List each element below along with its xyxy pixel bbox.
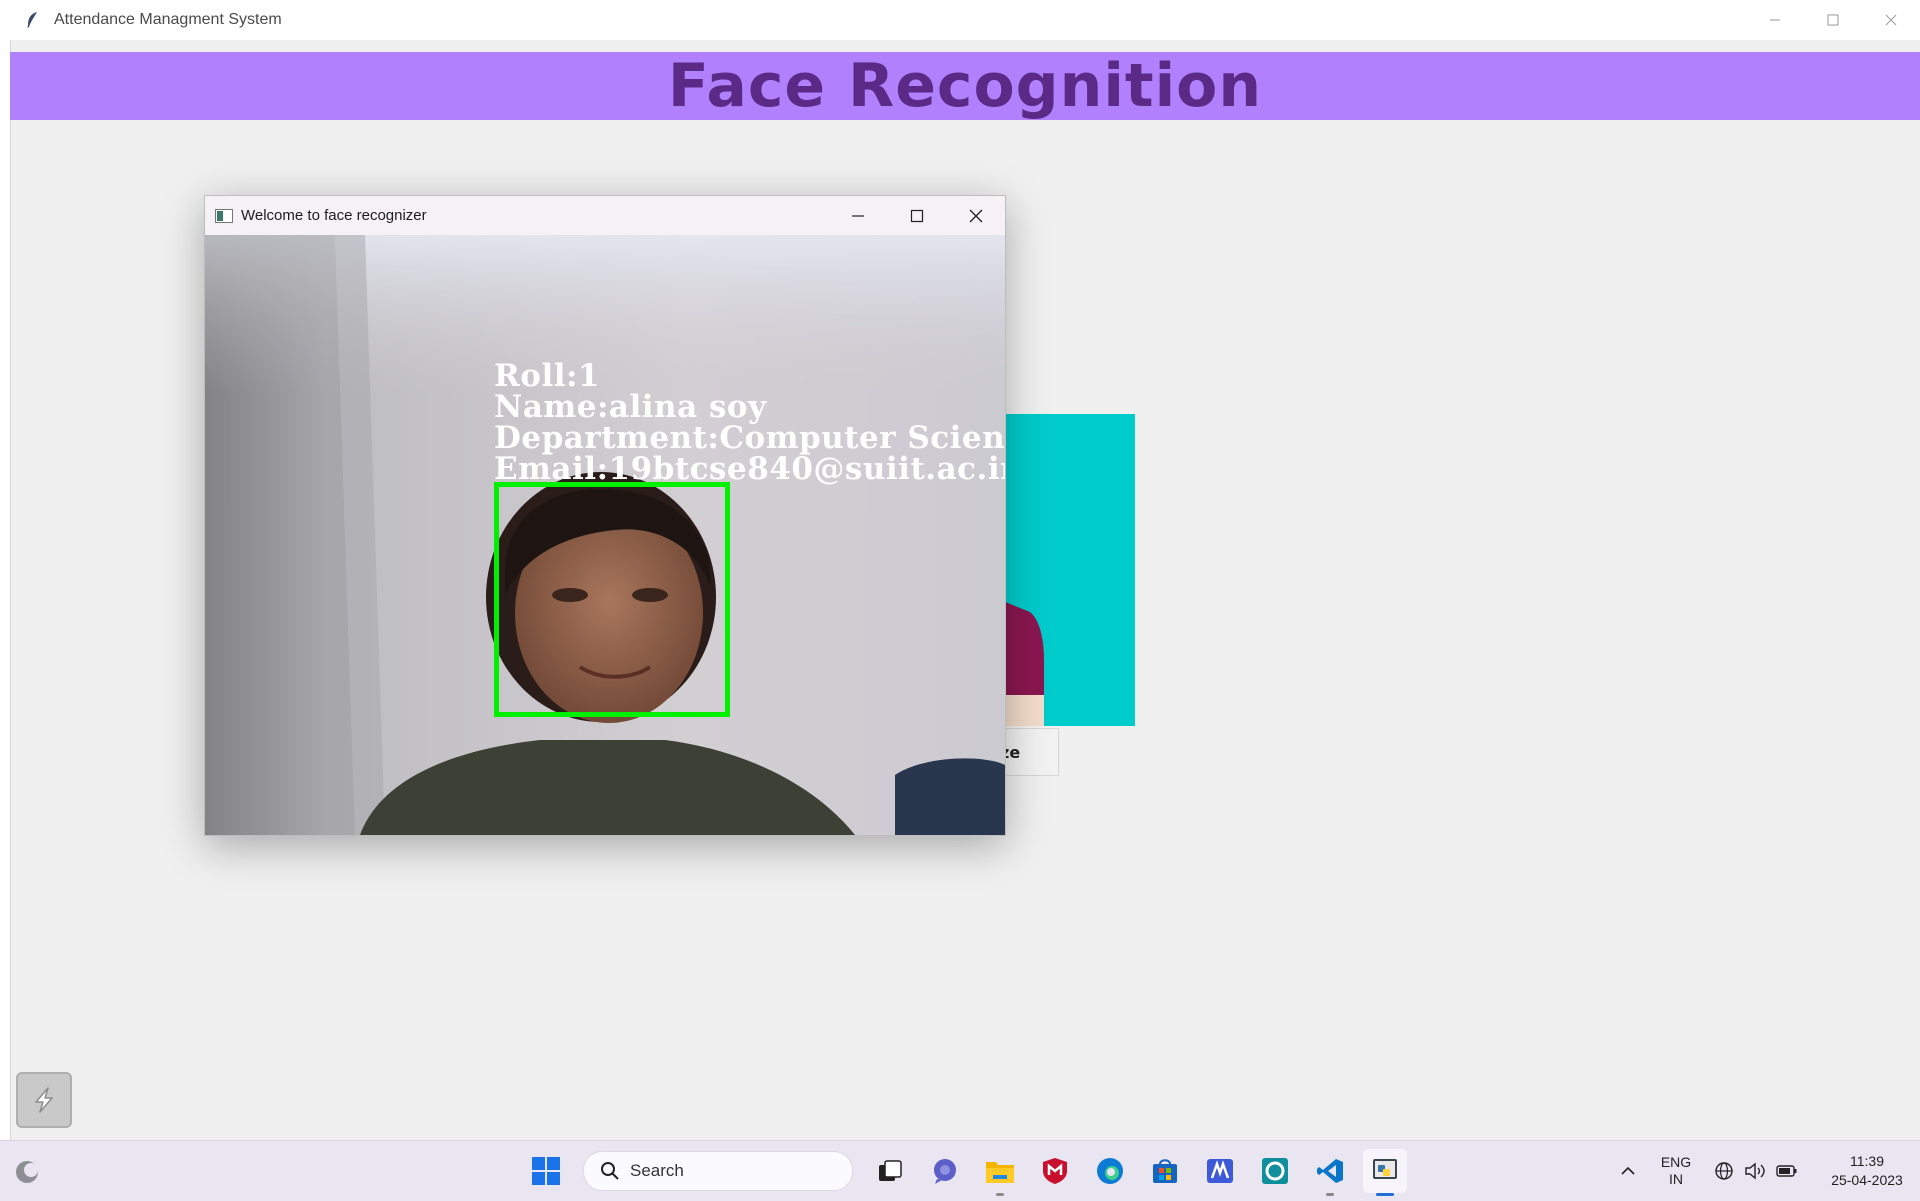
webcam-feed: Roll:1 Name:alina soy Department:Compute… [205, 235, 1005, 835]
edge-button[interactable] [1088, 1149, 1132, 1193]
taskbar: Search ENG IN 11:39 25-04-2023 [0, 1140, 1920, 1201]
face-close-button[interactable] [946, 196, 1005, 235]
clock-date: 25-04-2023 [1831, 1172, 1903, 1188]
recognition-overlay: Roll:1 Name:alina soy Department:Compute… [494, 361, 1005, 485]
opencv-window-icon [215, 208, 233, 224]
weather-icon [16, 1161, 38, 1183]
face-minimize-button[interactable] [828, 196, 887, 235]
minimize-button[interactable] [1746, 0, 1804, 40]
windows-start-icon [532, 1157, 560, 1185]
lightning-icon [35, 1087, 53, 1113]
edge-icon [1097, 1158, 1123, 1184]
clock[interactable]: 11:39 25-04-2023 [1820, 1152, 1914, 1190]
minimize-icon [1770, 19, 1780, 21]
minimize-icon [851, 214, 864, 217]
system-tray[interactable] [1714, 1161, 1798, 1181]
file-explorer-button[interactable] [978, 1149, 1022, 1196]
feather-app-icon [22, 10, 42, 30]
show-hidden-icons-button[interactable] [1610, 1166, 1646, 1176]
mcafee-icon [1043, 1158, 1067, 1184]
face-recognize-button[interactable]: ze [1000, 728, 1059, 776]
taskbar-search[interactable]: Search [583, 1151, 853, 1191]
overlay-roll: Roll:1 [494, 358, 601, 394]
face-maximize-button[interactable] [887, 196, 946, 235]
start-button[interactable] [524, 1149, 568, 1193]
face-window-titlebar[interactable]: Welcome to face recognizer [205, 196, 1005, 235]
floating-shortcut-button[interactable] [16, 1072, 72, 1128]
close-icon [1885, 14, 1897, 26]
volume-icon [1745, 1162, 1765, 1180]
vscode-icon [1317, 1159, 1343, 1183]
maximize-icon [910, 209, 923, 222]
store-icon [1153, 1159, 1177, 1183]
window-title: Attendance Managment System [54, 11, 282, 28]
mathtype-button[interactable] [1198, 1149, 1242, 1193]
overlay-email: Email:19btcse840@suiit.ac.in [494, 451, 1005, 487]
face-window-title: Welcome to face recognizer [241, 207, 427, 224]
overlay-name: Name:alina soy [494, 389, 767, 425]
python-icon [1373, 1159, 1397, 1179]
mcafee-button[interactable] [1033, 1149, 1077, 1193]
lang-primary: ENG [1660, 1154, 1692, 1170]
cortana-icon [1262, 1158, 1288, 1184]
mathtype-icon [1207, 1159, 1233, 1183]
maximize-button[interactable] [1804, 0, 1862, 40]
header-banner: Face Recognition [10, 51, 1920, 121]
person-illustration [1000, 600, 1044, 726]
overlay-department: Department:Computer Science [494, 420, 1005, 456]
main-titlebar: Attendance Managment System [0, 0, 1920, 40]
active-indicator [1376, 1193, 1394, 1196]
cortana-button[interactable] [1253, 1149, 1297, 1193]
store-button[interactable] [1143, 1149, 1187, 1193]
chat-icon [934, 1159, 956, 1184]
widgets-button[interactable] [12, 1157, 42, 1187]
face-detection-box [494, 482, 730, 717]
running-indicator [1326, 1193, 1334, 1196]
window-frame [0, 40, 11, 1140]
task-view-button[interactable] [868, 1149, 912, 1193]
search-icon [601, 1162, 619, 1180]
maximize-icon [1827, 14, 1839, 26]
close-button[interactable] [1862, 0, 1920, 40]
battery-icon [1776, 1165, 1797, 1177]
lang-region: IN [1669, 1171, 1683, 1187]
page-title: Face Recognition [667, 51, 1263, 121]
search-placeholder: Search [630, 1161, 684, 1180]
chevron-up-icon [1621, 1166, 1635, 1175]
chat-button[interactable] [923, 1149, 967, 1193]
python-app-button[interactable] [1363, 1149, 1407, 1196]
vscode-button[interactable] [1308, 1149, 1352, 1196]
input-language-button[interactable]: ENG IN [1646, 1154, 1706, 1188]
close-icon [969, 209, 982, 222]
task-view-icon [879, 1160, 902, 1181]
file-explorer-icon [986, 1162, 1014, 1183]
clock-time: 11:39 [1850, 1153, 1884, 1169]
running-indicator [996, 1193, 1004, 1196]
face-recognizer-window[interactable]: Welcome to face recognizer Roll:1 Name:a… [204, 195, 1006, 836]
network-icon [1715, 1162, 1733, 1180]
